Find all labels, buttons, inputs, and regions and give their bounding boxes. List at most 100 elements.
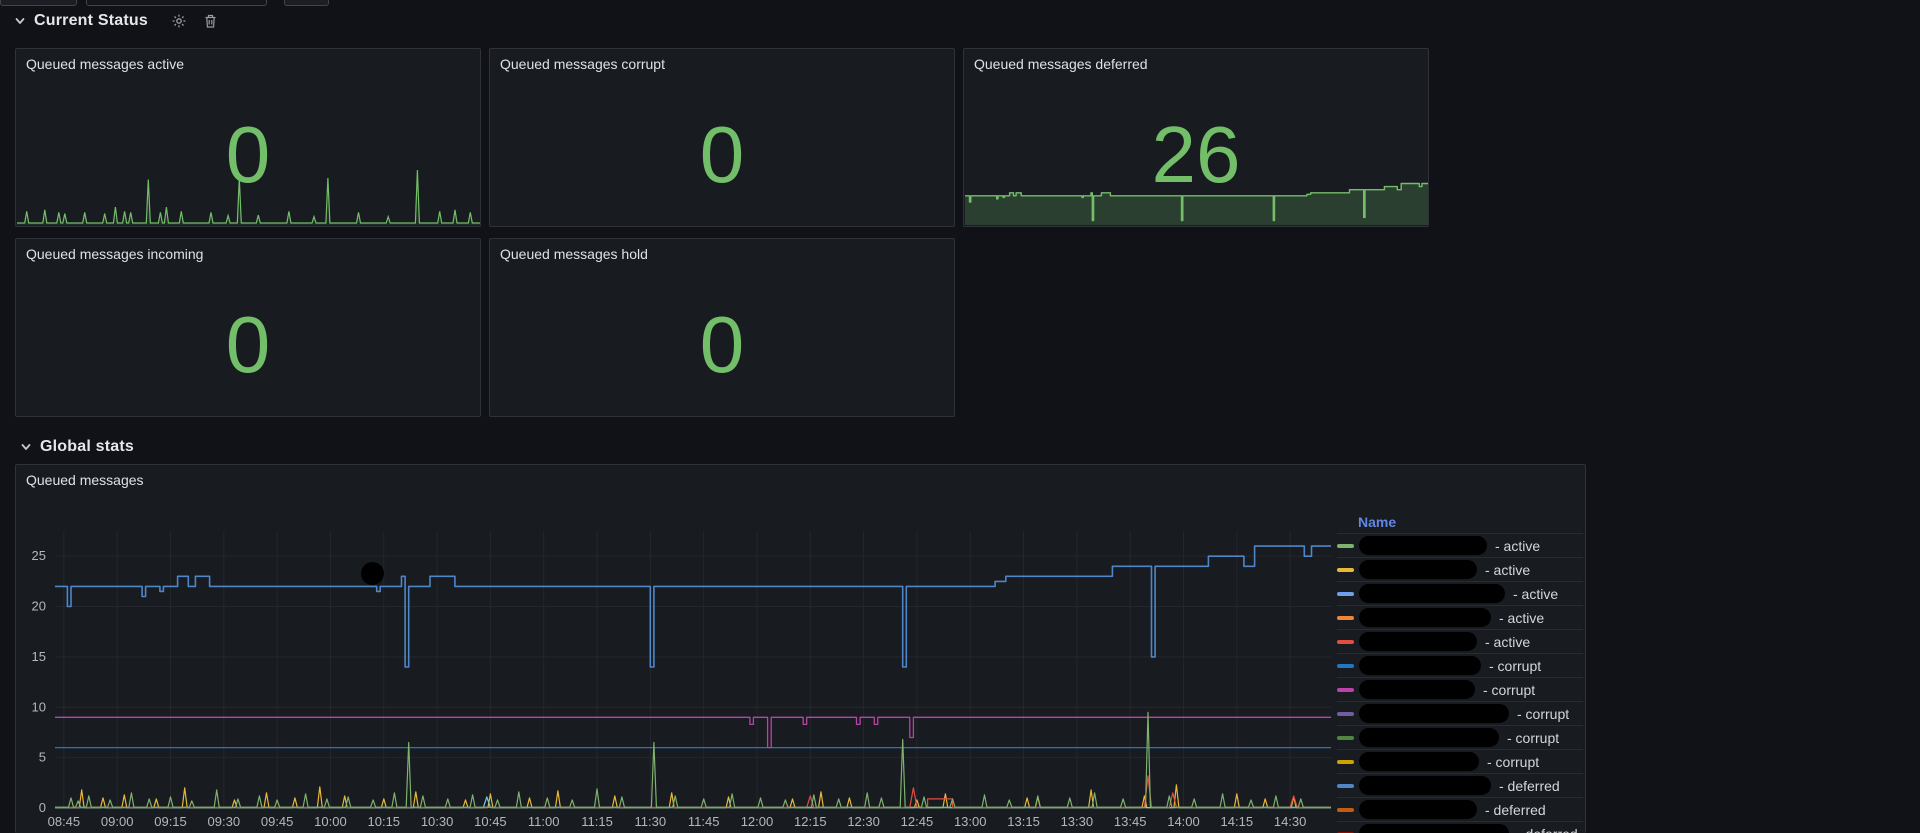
panel-queued-messages-corrupt: Queued messages corrupt 0	[489, 48, 955, 227]
legend-row[interactable]: - deferred	[1337, 821, 1583, 833]
legend-series-suffix: - deferred	[1485, 801, 1546, 818]
svg-text:09:00: 09:00	[101, 814, 134, 829]
legend-series-marker-icon	[1337, 687, 1354, 692]
section-title: Global stats	[40, 438, 134, 455]
legend-series-suffix: - deferred	[1499, 777, 1560, 794]
redacted-series-name	[1359, 776, 1491, 795]
panel-queued-messages-graph: Queued messages 08:45 09:00 09:15 09:30 09:4…	[15, 464, 1586, 833]
svg-text:10:15: 10:15	[368, 814, 401, 829]
legend-series-marker-icon	[1337, 711, 1354, 716]
legend-row[interactable]: - active	[1337, 533, 1583, 557]
svg-text:25: 25	[32, 548, 46, 563]
redacted-series-name	[1359, 680, 1475, 699]
stat-value: 0	[699, 300, 745, 389]
graph-legend: Name - active - active - active - active - a…	[1337, 511, 1583, 833]
section-title: Current Status	[34, 12, 148, 29]
svg-text:10:30: 10:30	[421, 814, 454, 829]
cut-toolbar-input[interactable]	[86, 0, 267, 6]
panel-queued-messages-deferred: Queued messages deferred 26	[963, 48, 1429, 227]
svg-text:13:45: 13:45	[1114, 814, 1147, 829]
redacted-series-name	[1359, 632, 1477, 651]
cut-toolbar-button[interactable]	[284, 0, 329, 6]
redacted-series-name	[1359, 656, 1481, 675]
legend-row[interactable]: - deferred	[1337, 797, 1583, 821]
legend-row[interactable]: - corrupt	[1337, 653, 1583, 677]
svg-text:12:15: 12:15	[794, 814, 827, 829]
legend-series-marker-icon	[1337, 807, 1354, 812]
redacted-series-name	[1359, 584, 1505, 603]
legend-row[interactable]: - corrupt	[1337, 701, 1583, 725]
svg-text:14:15: 14:15	[1221, 814, 1254, 829]
redacted-series-name	[1359, 752, 1479, 771]
legend-header: Name	[1358, 514, 1397, 530]
panel-title[interactable]: Queued messages corrupt	[500, 56, 665, 72]
legend-row[interactable]: - corrupt	[1337, 725, 1583, 749]
svg-text:11:30: 11:30	[635, 814, 667, 829]
svg-text:12:00: 12:00	[741, 814, 774, 829]
legend-series-suffix: - active	[1495, 537, 1541, 554]
legend-row[interactable]: - active	[1337, 557, 1583, 581]
row-settings-button[interactable]	[170, 12, 188, 30]
legend-row[interactable]: - active	[1337, 581, 1583, 605]
panel-title[interactable]: Queued messages incoming	[26, 246, 203, 262]
legend-row[interactable]: - corrupt	[1337, 749, 1583, 773]
legend-series-suffix: - corrupt	[1489, 657, 1542, 674]
legend-series-marker-icon	[1337, 663, 1354, 668]
legend-row[interactable]: - deferred	[1337, 773, 1583, 797]
redacted-series-name	[1359, 800, 1477, 819]
panel-title[interactable]: Queued messages	[26, 472, 144, 488]
stat-value: 0	[699, 110, 745, 199]
svg-text:11:45: 11:45	[688, 814, 720, 829]
stat-value: 0	[225, 300, 271, 389]
legend-series-marker-icon	[1337, 567, 1354, 572]
svg-text:10:00: 10:00	[314, 814, 347, 829]
svg-text:09:15: 09:15	[154, 814, 187, 829]
svg-text:20: 20	[32, 599, 46, 614]
trash-icon	[205, 14, 216, 28]
stat-value: 0	[225, 110, 271, 199]
legend-series-suffix: - deferred	[1517, 826, 1578, 833]
row-header-global-stats[interactable]: Global stats	[20, 434, 134, 460]
legend-series-suffix: - active	[1485, 633, 1531, 650]
legend-series-marker-icon	[1337, 759, 1354, 764]
legend-series-suffix: - active	[1485, 561, 1531, 578]
redaction-dot	[361, 562, 384, 585]
legend-row[interactable]: - active	[1337, 629, 1583, 653]
legend-series-suffix: - active	[1499, 609, 1545, 626]
row-delete-button[interactable]	[202, 12, 220, 30]
legend-series-marker-icon	[1337, 735, 1354, 740]
stat-value: 26	[1151, 110, 1241, 199]
panel-title[interactable]: Queued messages hold	[500, 246, 648, 262]
panel-queued-messages-hold: Queued messages hold 0	[489, 238, 955, 417]
svg-text:12:45: 12:45	[901, 814, 934, 829]
legend-series-marker-icon	[1337, 615, 1354, 620]
svg-text:13:15: 13:15	[1007, 814, 1040, 829]
redacted-series-name	[1359, 608, 1491, 627]
svg-text:09:45: 09:45	[261, 814, 294, 829]
svg-text:10:45: 10:45	[474, 814, 507, 829]
legend-series-suffix: - active	[1513, 585, 1559, 602]
legend-series-marker-icon	[1337, 783, 1354, 788]
panel-title[interactable]: Queued messages deferred	[974, 56, 1148, 72]
panel-title[interactable]: Queued messages active	[26, 56, 184, 72]
legend-series-suffix: - corrupt	[1487, 753, 1540, 770]
legend-row[interactable]: - corrupt	[1337, 677, 1583, 701]
svg-text:09:30: 09:30	[208, 814, 241, 829]
panel-queued-messages-active: Queued messages active 0	[15, 48, 481, 227]
svg-text:11:00: 11:00	[528, 814, 560, 829]
legend-series-marker-icon	[1337, 591, 1354, 596]
svg-text:0: 0	[39, 800, 46, 815]
legend-series-suffix: - corrupt	[1517, 705, 1570, 722]
svg-text:10: 10	[32, 699, 46, 714]
redacted-series-name	[1359, 536, 1487, 555]
cut-toolbar-button[interactable]	[0, 0, 77, 6]
chevron-down-icon	[14, 15, 26, 27]
legend-row[interactable]: - active	[1337, 605, 1583, 629]
svg-text:14:30: 14:30	[1274, 814, 1307, 829]
legend-series-suffix: - corrupt	[1483, 681, 1536, 698]
svg-text:08:45: 08:45	[48, 814, 81, 829]
row-header-current-status[interactable]: Current Status	[14, 8, 220, 34]
redacted-series-name	[1359, 824, 1509, 833]
svg-text:5: 5	[39, 750, 46, 765]
legend-series-suffix: - corrupt	[1507, 729, 1560, 746]
